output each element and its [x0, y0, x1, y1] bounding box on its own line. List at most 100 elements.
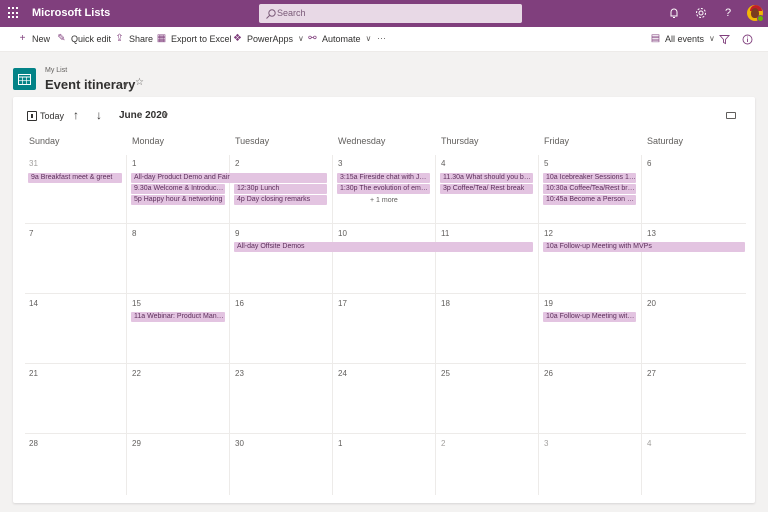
day-divider: [229, 155, 230, 495]
app-launcher-icon[interactable]: [8, 7, 20, 19]
month-selector[interactable]: June 2020: [119, 110, 167, 121]
chevron-down-icon[interactable]: ∨: [163, 111, 169, 120]
more-events-link[interactable]: + 1 more: [370, 197, 398, 204]
date-cell[interactable]: 12: [544, 229, 553, 238]
breadcrumb[interactable]: My List: [45, 67, 67, 74]
view-toggle-icon[interactable]: [726, 112, 736, 119]
calendar-event[interactable]: 10a Follow-up Meeting with...: [543, 312, 636, 322]
view-selector[interactable]: ▤ All events ∨: [650, 33, 715, 44]
calendar-event[interactable]: 12:30p Lunch: [234, 184, 327, 194]
previous-month-arrow-icon[interactable]: ↑: [73, 108, 79, 122]
date-cell[interactable]: 21: [29, 369, 38, 378]
date-cell[interactable]: 28: [29, 439, 38, 448]
date-cell[interactable]: 17: [338, 299, 347, 308]
calendar-event[interactable]: 10a Follow-up Meeting with MVPs: [543, 242, 745, 252]
date-cell[interactable]: 3: [544, 439, 548, 448]
date-cell[interactable]: 5: [544, 159, 548, 168]
date-cell[interactable]: 3: [338, 159, 342, 168]
calendar-event[interactable]: All-day Offsite Demos: [234, 242, 533, 252]
date-cell[interactable]: 18: [441, 299, 450, 308]
date-cell[interactable]: 24: [338, 369, 347, 378]
date-cell[interactable]: 20: [647, 299, 656, 308]
date-cell[interactable]: 4: [647, 439, 651, 448]
calendar-event[interactable]: 9a Breakfast meet & greet: [28, 173, 122, 183]
help-icon[interactable]: ?: [721, 6, 735, 20]
date-cell[interactable]: 11: [441, 229, 449, 238]
date-cell[interactable]: 8: [132, 229, 136, 238]
search-input[interactable]: Search: [259, 4, 522, 23]
gear-icon[interactable]: [694, 6, 708, 20]
calendar-event[interactable]: 11a Webinar: Product Mana...: [131, 312, 225, 322]
week-divider: [25, 293, 746, 294]
calendar-event[interactable]: 5p Happy hour & networking: [131, 195, 225, 205]
date-cell[interactable]: 2: [235, 159, 239, 168]
filter-icon[interactable]: [719, 34, 730, 45]
list-icon: [13, 68, 36, 90]
calendar-event[interactable]: 4p Day closing remarks: [234, 195, 327, 205]
quick-edit-button[interactable]: ✎ Quick edit: [56, 33, 111, 44]
date-cell[interactable]: 26: [544, 369, 553, 378]
chevron-down-icon: ∨: [298, 34, 304, 43]
calendar-event[interactable]: 10:30a Coffee/Tea/Rest break: [543, 184, 636, 194]
date-cell[interactable]: 16: [235, 299, 244, 308]
date-cell[interactable]: 2: [441, 439, 445, 448]
day-header: Sunday: [29, 136, 60, 146]
calendar-event[interactable]: 10a Icebreaker Sessions 1 - 4: [543, 173, 636, 183]
share-icon: ⇪: [115, 33, 124, 44]
date-cell[interactable]: 27: [647, 369, 656, 378]
share-button[interactable]: ⇪ Share: [114, 33, 153, 44]
date-cell[interactable]: 15: [132, 299, 141, 308]
calendar-event[interactable]: 1:30p The evolution of emoj...: [337, 184, 430, 194]
automate-button[interactable]: ⚯ Automate ∨: [307, 33, 371, 44]
calendar-event[interactable]: 3:15a Fireside chat with Jason: [337, 173, 430, 183]
calendar-icon: ▤: [650, 33, 661, 44]
calendar-icon: [18, 74, 31, 85]
calendar-event[interactable]: 9.30a Welcome & Introducti...: [131, 184, 225, 194]
search-icon: [266, 9, 276, 19]
week-divider: [25, 363, 746, 364]
favorite-star-icon[interactable]: ☆: [135, 77, 144, 88]
date-cell[interactable]: 19: [544, 299, 553, 308]
date-cell[interactable]: 25: [441, 369, 450, 378]
week-divider: [25, 223, 746, 224]
date-cell[interactable]: 1: [338, 439, 342, 448]
date-cell[interactable]: 23: [235, 369, 244, 378]
calendar-event[interactable]: All-day Product Demo and Fair: [131, 173, 327, 183]
date-cell[interactable]: 30: [235, 439, 244, 448]
day-divider: [641, 155, 642, 495]
day-divider: [126, 155, 127, 495]
date-cell[interactable]: 6: [647, 159, 651, 168]
calendar-event[interactable]: 3p Coffee/Tea/ Rest break: [440, 184, 533, 194]
powerapps-button[interactable]: ❖ PowerApps ∨: [232, 33, 304, 44]
calendar-event[interactable]: 11.30a What should you bui...: [440, 173, 533, 183]
new-button[interactable]: + New: [17, 33, 50, 44]
date-cell[interactable]: 13: [647, 229, 656, 238]
info-icon[interactable]: [742, 34, 753, 45]
flow-icon: ⚯: [308, 33, 317, 44]
date-cell[interactable]: 1: [132, 159, 136, 168]
next-month-arrow-icon[interactable]: ↓: [96, 108, 102, 122]
today-button[interactable]: Today: [40, 111, 64, 121]
date-cell[interactable]: 9: [235, 229, 239, 238]
calendar-card: [13, 97, 755, 503]
bell-icon[interactable]: [667, 6, 681, 20]
today-icon[interactable]: [27, 111, 37, 121]
export-excel-button[interactable]: ▦ Export to Excel: [156, 33, 232, 44]
more-commands-button[interactable]: ···: [377, 33, 386, 43]
day-header: Thursday: [441, 136, 479, 146]
day-header: Monday: [132, 136, 165, 146]
day-divider: [435, 155, 436, 495]
date-cell[interactable]: 29: [132, 439, 141, 448]
chevron-down-icon[interactable]: ∨: [122, 80, 129, 91]
date-cell[interactable]: 4: [441, 159, 445, 168]
calendar-event[interactable]: 10:45a Become a Person of...: [543, 195, 636, 205]
pencil-icon: ✎: [57, 33, 66, 44]
search-placeholder: Search: [277, 8, 306, 18]
command-bar: + New ✎ Quick edit ⇪ Share ▦ Export to Excel…: [0, 27, 768, 52]
date-cell[interactable]: 14: [29, 299, 38, 308]
date-cell[interactable]: 7: [29, 229, 33, 238]
app-name[interactable]: Microsoft Lists: [32, 7, 110, 19]
date-cell[interactable]: 10: [338, 229, 347, 238]
date-cell[interactable]: 31: [29, 159, 38, 168]
date-cell[interactable]: 22: [132, 369, 141, 378]
